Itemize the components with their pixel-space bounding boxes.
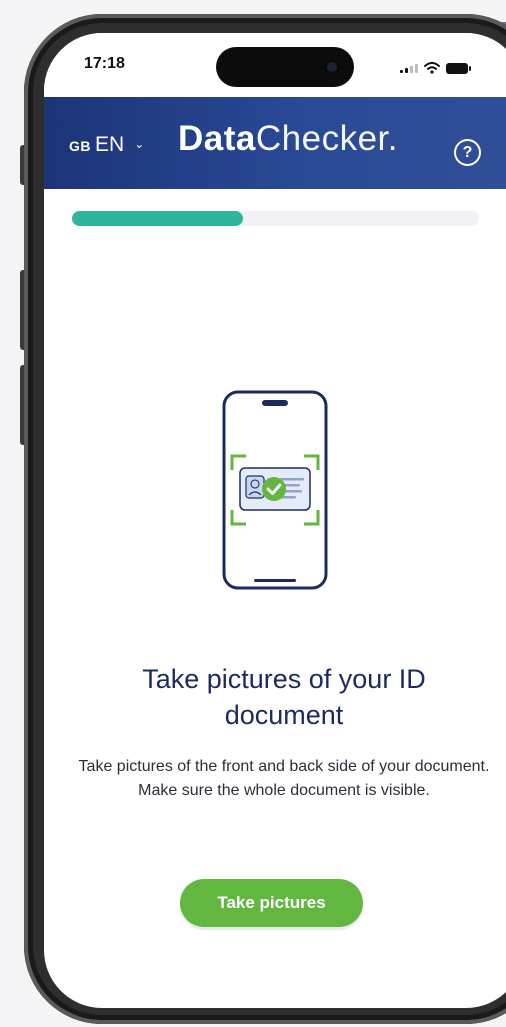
brand-logo: DataChecker. [178,119,398,159]
phone-screen: 17:18 GB EN ⌄ DataChecker. ? Take pictur… [44,33,506,1008]
brand-logo-light: Checker. [255,119,398,158]
battery-icon [446,62,471,74]
progress-bar [72,211,479,226]
app-header: GB EN ⌄ DataChecker. ? [44,97,506,189]
help-icon[interactable]: ? [454,139,481,166]
page-title: Take pictures of your ID document [142,664,426,730]
chevron-down-icon: ⌄ [134,137,145,151]
stage: 17:18 GB EN ⌄ DataChecker. ? Take pictur… [0,0,506,1027]
page-description: Take pictures of the front and back side… [78,758,490,799]
camera-icon [324,59,340,75]
language-selector[interactable]: GB EN ⌄ [69,133,144,157]
dynamic-island [216,47,354,87]
brand-logo-bold: Data [178,119,256,158]
status-icons [400,61,471,75]
status-time: 17:18 [84,55,125,72]
language-code: GB [69,138,91,154]
phone-id-scan-illustration [222,390,328,590]
check-icon [262,477,286,501]
signal-icon [400,63,418,73]
progress-fill [72,211,243,226]
status-bar: 17:18 [44,33,506,97]
take-pictures-button[interactable]: Take pictures [180,879,363,927]
wifi-icon [424,62,440,74]
language-name: EN [95,133,125,156]
